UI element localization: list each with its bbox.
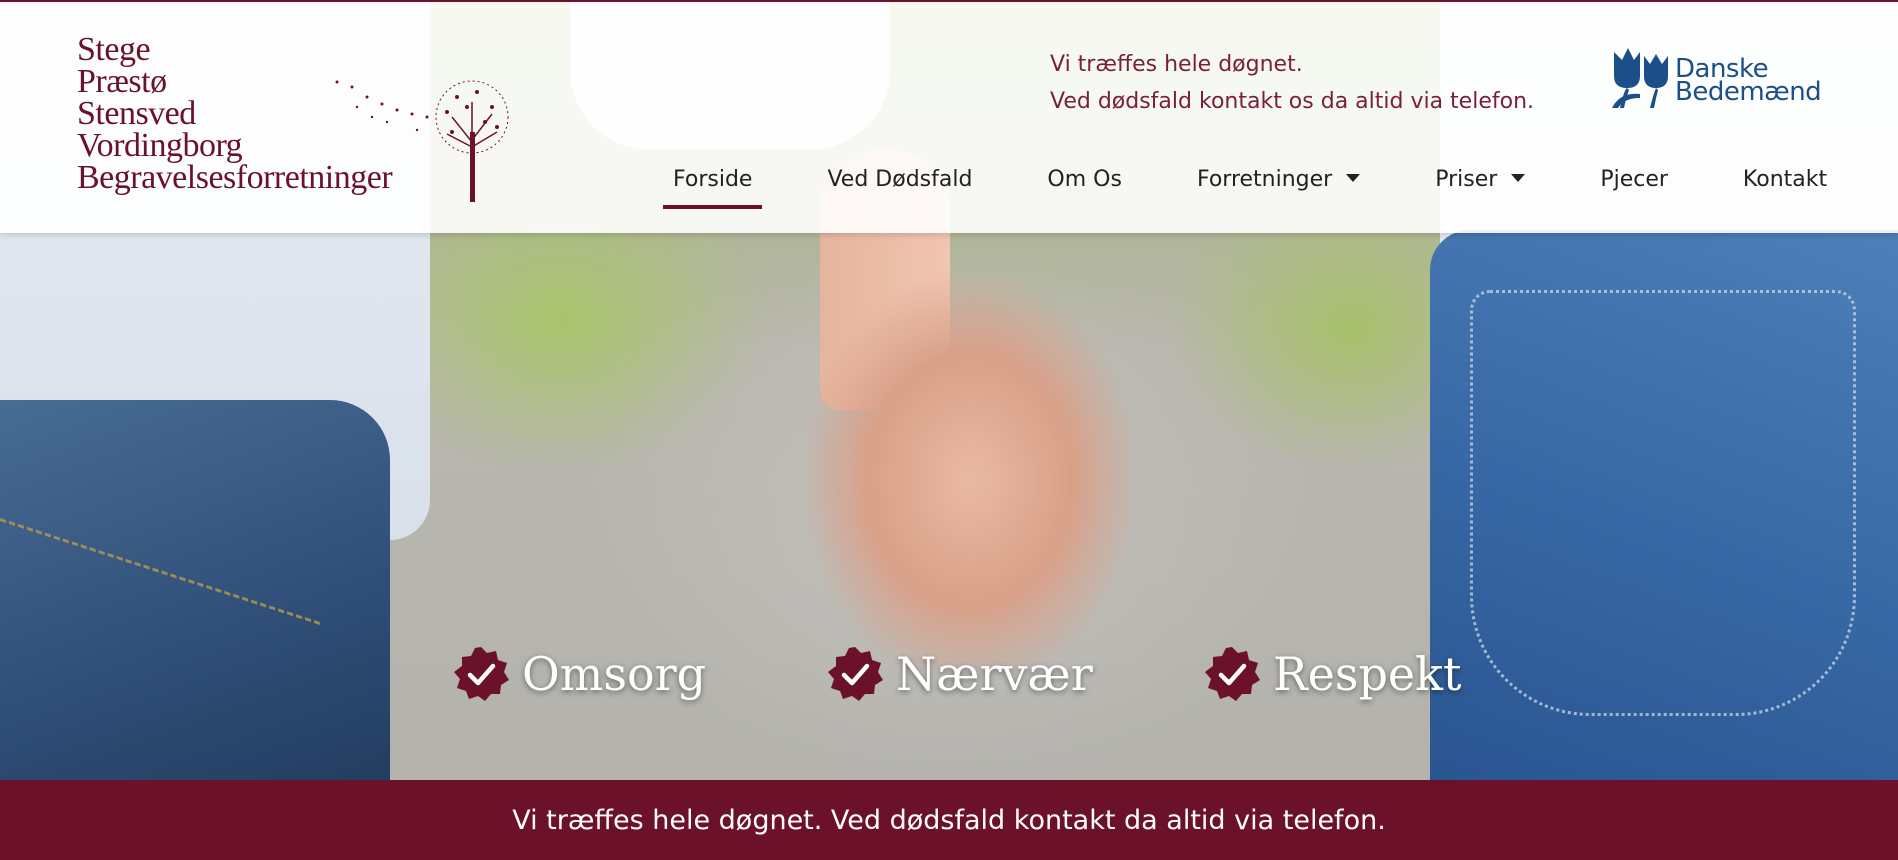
chevron-down-icon — [1346, 174, 1361, 182]
check-badge-icon — [828, 647, 883, 701]
danske-bedemaend-logo[interactable]: Danske Bedemænd — [1610, 42, 1822, 112]
value-naervaer: Nærvær — [826, 645, 1093, 703]
nav-item-forside[interactable]: Forside — [663, 167, 763, 209]
nav-item-forretninger[interactable]: Forretninger — [1187, 167, 1370, 192]
nav-label: Forside — [673, 167, 753, 192]
chevron-down-icon — [1511, 174, 1526, 182]
contact-line-1: Vi træffes hele døgnet. — [1050, 52, 1303, 77]
value-label: Respekt — [1273, 647, 1462, 701]
nav-label: Forretninger — [1196, 167, 1333, 192]
partner-logo-text: Danske Bedemænd — [1675, 56, 1822, 107]
nav-item-kontakt[interactable]: Kontakt — [1733, 167, 1837, 192]
check-badge-icon — [1205, 647, 1260, 701]
value-respekt: Respekt — [1203, 645, 1462, 703]
check-badge-icon — [454, 647, 509, 701]
value-label: Omsorg — [522, 647, 707, 701]
site-logo[interactable]: Stege Præstø Stensved Vordingborg Begrav… — [77, 33, 509, 204]
contact-info: Vi træffes hele døgnet. Ved dødsfald kon… — [1050, 46, 1534, 120]
main-nav: Forside Ved Dødsfald Om Os Forretninger … — [663, 167, 1837, 211]
tree-icon — [335, 80, 509, 202]
contact-banner: Vi træffes hele døgnet. Ved dødsfald kon… — [0, 780, 1898, 860]
hero-jeans-right — [1430, 230, 1898, 780]
hero-jeans-left — [0, 400, 390, 780]
partner-logo-line2: Bedemænd — [1675, 77, 1822, 107]
value-omsorg: Omsorg — [452, 645, 706, 703]
tulip-icon — [1612, 48, 1668, 108]
value-label: Nærvær — [896, 647, 1093, 701]
nav-item-priser[interactable]: Priser — [1425, 167, 1535, 192]
nav-label: Ved Dødsfald — [827, 167, 973, 192]
nav-label: Om Os — [1047, 167, 1122, 192]
nav-item-om-os[interactable]: Om Os — [1037, 167, 1132, 192]
nav-item-pjecer[interactable]: Pjecer — [1590, 167, 1678, 192]
contact-line-2: Ved dødsfald kontakt os da altid via tel… — [1050, 89, 1535, 114]
nav-item-ved-dodsfald[interactable]: Ved Dødsfald — [817, 167, 982, 192]
nav-label: Kontakt — [1742, 167, 1828, 192]
banner-text: Vi træffes hele døgnet. Ved dødsfald kon… — [512, 804, 1386, 836]
nav-label: Pjecer — [1600, 167, 1668, 192]
site-header: Stege Præstø Stensved Vordingborg Begrav… — [0, 0, 1898, 233]
nav-label: Priser — [1435, 167, 1498, 192]
